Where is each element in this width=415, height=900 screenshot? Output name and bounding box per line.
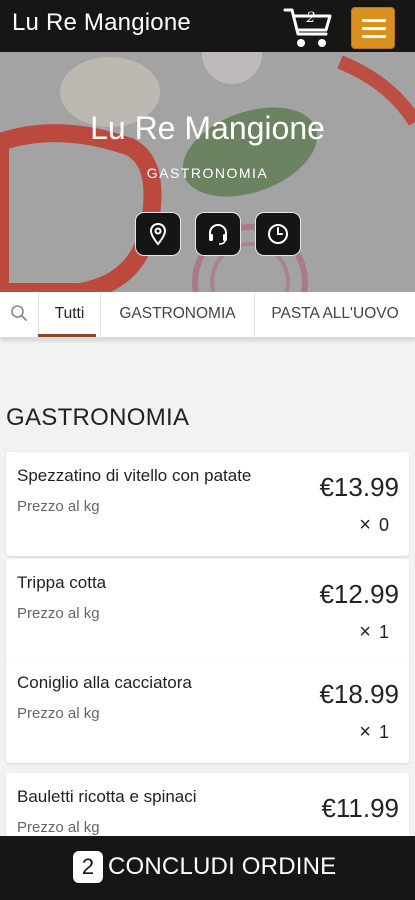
top-bar: Lu Re Mangione 2 xyxy=(0,0,415,52)
tab-pasta-all-uovo[interactable]: PASTA ALL'UOVO xyxy=(254,292,415,338)
product-price: €11.99 xyxy=(321,793,399,823)
product-quantity: × 1 xyxy=(359,721,389,743)
hero-subtitle: GASTRONOMIA xyxy=(146,165,269,181)
search-icon xyxy=(11,305,27,321)
product-unit: Prezzo al kg xyxy=(17,605,100,622)
hamburger-icon xyxy=(362,27,386,30)
product-quantity: ×0 xyxy=(359,514,389,536)
hamburger-icon xyxy=(362,19,386,22)
quantity-value: 1 xyxy=(378,622,389,642)
product-unit: Prezzo al kg xyxy=(17,498,100,515)
order-count-badge: 2 xyxy=(73,851,103,883)
product-name: Bauletti ricotta e spinaci xyxy=(17,787,197,806)
hero-title: Lu Re Mangione xyxy=(90,110,325,146)
location-pin-icon xyxy=(149,222,167,246)
brand-name[interactable]: Lu Re Mangione xyxy=(12,9,191,37)
product-price: €12.99 xyxy=(319,579,399,609)
cart-count: 2 xyxy=(306,10,316,26)
product-price: €13.99 xyxy=(319,472,399,502)
hero-banner: Lu Re Mangione GASTRONOMIA xyxy=(0,52,415,292)
hamburger-icon xyxy=(362,35,386,38)
category-tabs: Tutti GASTRONOMIA PASTA ALL'UOVO xyxy=(0,292,415,338)
tab-gastronomia[interactable]: GASTRONOMIA xyxy=(100,292,254,338)
product-quantity: × 1 xyxy=(359,621,389,643)
cart-button[interactable]: 2 xyxy=(282,4,334,50)
product-name: Spezzatino di vitello con patate xyxy=(17,466,252,485)
menu-button[interactable] xyxy=(351,7,395,49)
section-title: GASTRONOMIA xyxy=(6,404,190,431)
active-tab-indicator xyxy=(38,334,96,337)
tab-tutti[interactable]: Tutti xyxy=(38,292,100,338)
quantity-value: 0 xyxy=(378,515,389,535)
hours-button[interactable] xyxy=(255,212,301,256)
product-card[interactable]: Spezzatino di vitello con patate Prezzo … xyxy=(6,452,409,556)
product-unit: Prezzo al kg xyxy=(17,819,100,836)
search-button[interactable] xyxy=(0,292,38,338)
headset-icon xyxy=(209,223,227,245)
product-price: €18.99 xyxy=(319,679,399,709)
support-button[interactable] xyxy=(195,212,241,256)
location-button[interactable] xyxy=(135,212,181,256)
product-name: Trippa cotta xyxy=(17,573,107,592)
quantity-value: 1 xyxy=(378,722,389,742)
checkout-bar[interactable]: 2 CONCLUDI ORDINE xyxy=(0,836,415,900)
checkout-button-label: CONCLUDI ORDINE xyxy=(108,853,337,880)
product-name: Coniglio alla cacciatora xyxy=(17,673,192,692)
clock-icon xyxy=(268,224,288,244)
product-card[interactable]: Coniglio alla cacciatora Prezzo al kg €1… xyxy=(6,659,409,763)
product-card[interactable]: Trippa cotta Prezzo al kg €12.99 × 1 xyxy=(6,559,409,663)
product-unit: Prezzo al kg xyxy=(17,705,100,722)
